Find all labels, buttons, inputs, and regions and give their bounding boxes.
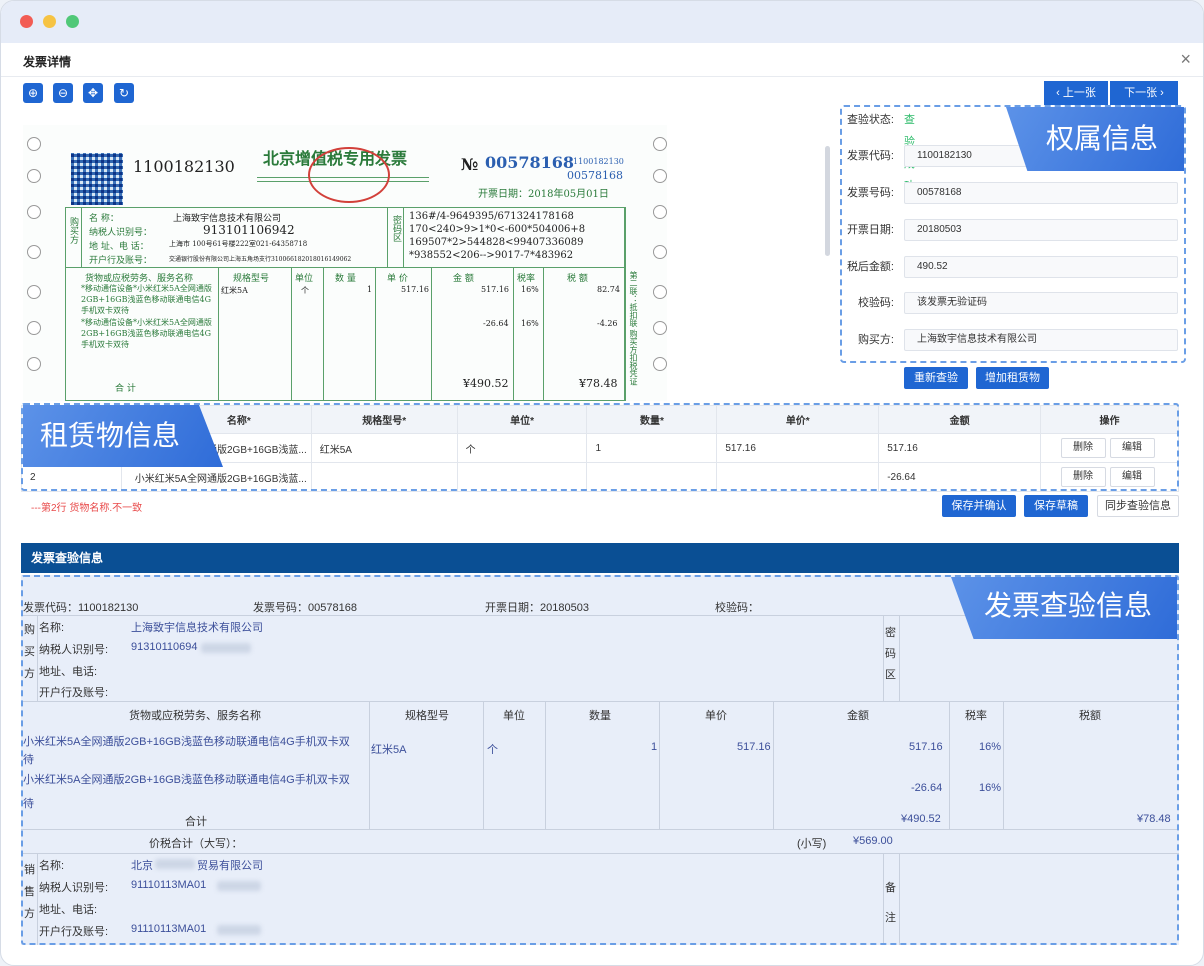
invoice-cipher-line: 170<240>9>1*0<-600*504006+8 <box>409 224 586 235</box>
invoice-no-input[interactable]: 00578168 <box>904 182 1178 204</box>
invoice-cipher-line: 136#/4-9649395/671324178168 <box>409 211 574 222</box>
save-confirm-button[interactable]: 保存并确认 <box>942 495 1016 517</box>
official-seal <box>308 147 390 203</box>
qr-code <box>71 153 123 205</box>
invoice-buyer-side: 购买方 <box>68 217 78 244</box>
invoice-row1-unit: 个 <box>301 286 309 295</box>
field-label: 发票号码: <box>846 187 894 199</box>
invoice-copy-label: 第二联：抵扣联 购买方扣税凭证 <box>629 271 638 386</box>
invoice-no-print: 00578168 <box>485 153 575 172</box>
move-icon[interactable]: ✥ <box>83 83 103 103</box>
invoice-image: 1100182130 北京增值税专用发票 № 00578168 11001821… <box>23 125 667 401</box>
invoice-buyer-bank: 交通银行股份有限公司上海五角场支行310066182018016149062 <box>169 256 352 263</box>
window-titlebar <box>1 1 1203 43</box>
invoice-no-prefix: № <box>461 155 479 174</box>
invoice-buyer-tax: 913101106942 <box>203 223 295 237</box>
sync-verify-button[interactable]: 同步查验信息 <box>1097 495 1179 517</box>
invoice-cipher-line: *938552<206-->9017-7*483962 <box>409 250 574 261</box>
invoice-buyer-name-label: 名 称： <box>89 214 119 224</box>
invoice-total-label: 合 计 <box>115 384 136 394</box>
invoice-buyer-tax-label: 纳税人识别号： <box>89 228 153 238</box>
invoice-col-tax: 税 额 <box>567 274 588 284</box>
invoice-col-spec: 规格型号 <box>233 274 270 284</box>
field-label: 校验码: <box>857 297 894 309</box>
invoice-col-rate: 税率 <box>517 274 536 284</box>
invoice-row1-amount: 517.16 <box>481 285 509 294</box>
field-label: 购买方: <box>857 334 894 346</box>
invoice-row1-qty: 1 <box>367 285 373 294</box>
invoice-row2-rate: 16% <box>521 319 539 328</box>
dialog-title: 发票详情 <box>23 55 72 69</box>
add-lease-item-button[interactable]: 增加租赁物 <box>976 367 1049 389</box>
invoice-row2-goods: *移动通信设备*小米红米5A全网通版2GB+16GB浅蓝色移动联通电信4G手机双… <box>81 318 212 349</box>
status-label: 查验状态: <box>846 114 894 126</box>
invoice-small-code: 1100182130 <box>573 157 624 166</box>
field-label: 税后金额: <box>846 261 894 273</box>
invoice-detail-window: 发票详情 × ⊕ ⊖ ✥ ↻ ‹ 上一张 下一张 › 1100182130 北京… <box>0 0 1204 966</box>
amount-input[interactable]: 490.52 <box>904 256 1178 278</box>
perforation-right <box>649 125 667 401</box>
save-draft-button[interactable]: 保存草稿 <box>1024 495 1088 517</box>
minimize-dot[interactable] <box>43 15 56 28</box>
invoice-date-print: 开票日期：2018年05月01日 <box>478 189 609 200</box>
close-dot[interactable] <box>20 15 33 28</box>
invoice-col-unit: 单位 <box>295 274 314 284</box>
prev-invoice-button[interactable]: ‹ 上一张 <box>1044 81 1108 105</box>
next-invoice-button[interactable]: 下一张 › <box>1110 81 1178 105</box>
close-icon[interactable]: × <box>1180 49 1191 70</box>
verify-ribbon: 发票查验信息 <box>951 577 1177 639</box>
recheck-button[interactable]: 重新查验 <box>904 367 968 389</box>
invoice-row1-rate: 16% <box>521 285 539 294</box>
invoice-cipher-line: 169507*2>544828<99407336089 <box>409 237 584 248</box>
invoice-col-amount: 金 额 <box>453 274 474 284</box>
invoice-row2-tax: -4.26 <box>597 319 618 328</box>
lease-items-ribbon: 租赁物信息 <box>23 405 223 467</box>
invoice-row1-price: 517.16 <box>401 285 429 294</box>
invoice-total-amount: ¥490.52 <box>463 377 509 390</box>
perforation-left <box>23 125 49 401</box>
invoice-col-qty: 数 量 <box>335 274 356 284</box>
invoice-buyer-addr: 上海市 100号61号楼222室021-64358718 <box>169 240 308 248</box>
invoice-cipher-label: 密码区 <box>391 215 401 242</box>
dialog-header: 发票详情 × <box>1 43 1203 77</box>
zoom-in-icon[interactable]: ⊕ <box>23 83 43 103</box>
invoice-total-tax: ¥78.48 <box>579 377 618 390</box>
invoice-row1-goods: *移动通信设备*小米红米5A全网通版2GB+16GB浅蓝色移动联通电信4G手机双… <box>81 284 212 315</box>
maximize-dot[interactable] <box>66 15 79 28</box>
invoice-date-input[interactable]: 20180503 <box>904 219 1178 241</box>
rotate-icon[interactable]: ↻ <box>114 83 134 103</box>
invoice-buyer-addr-label: 地 址、电 话： <box>89 242 149 252</box>
field-label: 发票代码: <box>846 150 894 162</box>
invoice-row2-amount: -26.64 <box>483 319 509 328</box>
field-label: 开票日期: <box>846 224 894 236</box>
invoice-row1-tax: 82.74 <box>597 285 620 294</box>
invoice-col-price: 单 价 <box>387 274 408 284</box>
image-scrollbar[interactable] <box>825 146 830 256</box>
mismatch-error: ---第2行 货物名称.不一致 <box>31 503 143 514</box>
invoice-row1-spec: 红米5A <box>221 286 248 295</box>
ownership-ribbon: 权属信息 <box>1006 107 1184 171</box>
invoice-small-no: 00578168 <box>567 169 623 182</box>
zoom-out-icon[interactable]: ⊖ <box>53 83 73 103</box>
buyer-input[interactable]: 上海致宇信息技术有限公司 <box>904 329 1178 351</box>
verify-section-header: 发票查验信息 <box>21 543 1179 573</box>
check-code-input[interactable]: 该发票无验证码 <box>904 292 1178 314</box>
invoice-code-print: 1100182130 <box>133 157 235 176</box>
invoice-buyer-bank-label: 开户行及账号： <box>89 256 153 266</box>
